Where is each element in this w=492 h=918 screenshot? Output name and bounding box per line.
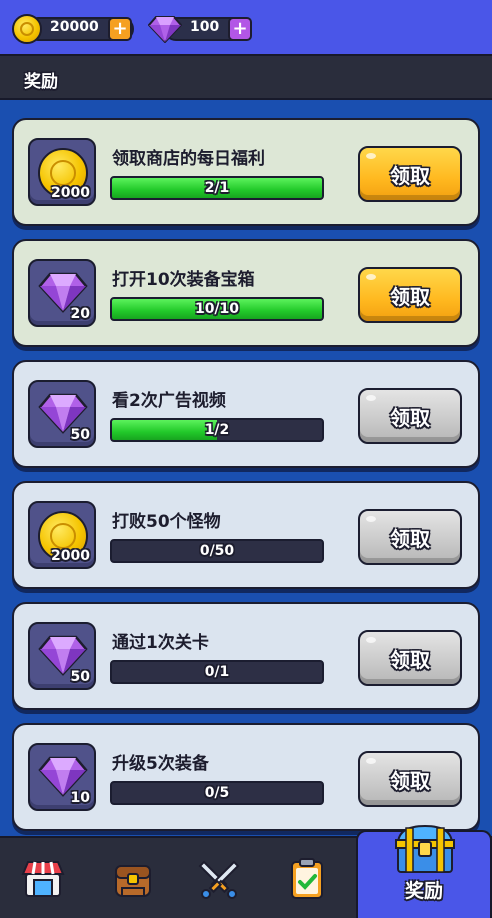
progress-text: 1/2 — [204, 422, 230, 438]
nav-rewards-label: 奖励 — [404, 880, 443, 902]
reward-amount: 20 — [70, 306, 90, 322]
reward-box: 2000 — [28, 138, 96, 206]
progress-bar: 0/5 — [110, 781, 324, 805]
nav-inventory[interactable] — [90, 838, 176, 918]
reward-box: 50 — [28, 622, 96, 690]
page-header: 奖励 — [0, 54, 492, 100]
nav-battle[interactable] — [176, 838, 262, 918]
backpack-icon — [115, 865, 151, 897]
shop-icon — [21, 861, 65, 897]
task-title: 打开10次装备宝箱 — [112, 270, 255, 290]
task-card: 2000 领取商店的每日福利 2/1 领取 — [12, 118, 480, 226]
treasure-chest-icon — [395, 824, 455, 873]
task-title: 升级5次装备 — [112, 754, 209, 774]
reward-box: 10 — [28, 743, 96, 811]
task-card: 10 升级5次装备 0/5 领取 — [12, 723, 480, 831]
reward-box: 2000 — [28, 501, 96, 569]
progress-text: 0/50 — [199, 543, 235, 559]
progress-text: 0/1 — [204, 664, 230, 680]
add-coins-button[interactable]: + — [108, 17, 132, 41]
claim-button[interactable]: 领取 — [358, 751, 462, 807]
claim-button[interactable]: 领取 — [358, 146, 462, 202]
coin-amount: 20000 — [50, 19, 99, 35]
claim-button[interactable]: 领取 — [358, 267, 462, 323]
reward-box: 20 — [28, 259, 96, 327]
bottom-nav: 奖励 — [0, 824, 492, 918]
claim-button[interactable]: 领取 — [358, 509, 462, 565]
progress-bar: 0/50 — [110, 539, 324, 563]
clipboard-check-icon — [291, 858, 323, 899]
page-title: 奖励 — [24, 72, 58, 92]
progress-bar: 2/1 — [110, 176, 324, 200]
nav-tasks[interactable] — [264, 838, 350, 918]
crossed-swords-icon — [198, 860, 240, 899]
progress-bar: 1/2 — [110, 418, 324, 442]
task-title: 通过1次关卡 — [112, 633, 209, 653]
task-card: 20 打开10次装备宝箱 10/10 领取 — [12, 239, 480, 347]
reward-box: 50 — [28, 380, 96, 448]
resource-bar: 20000 + 100 + — [0, 0, 492, 54]
reward-amount: 10 — [70, 790, 90, 806]
task-card: 50 通过1次关卡 0/1 领取 — [12, 602, 480, 710]
task-card: 2000 打败50个怪物 0/50 领取 — [12, 481, 480, 589]
gem-icon — [148, 16, 182, 43]
task-title: 看2次广告视频 — [112, 391, 226, 411]
task-title: 领取商店的每日福利 — [112, 149, 265, 169]
reward-amount: 2000 — [51, 185, 90, 201]
reward-amount: 50 — [70, 669, 90, 685]
nav-shop[interactable] — [0, 838, 86, 918]
task-card: 50 看2次广告视频 1/2 领取 — [12, 360, 480, 468]
claim-button[interactable]: 领取 — [358, 630, 462, 686]
add-gems-button[interactable]: + — [228, 17, 252, 41]
progress-bar: 0/1 — [110, 660, 324, 684]
progress-bar: 10/10 — [110, 297, 324, 321]
nav-rewards[interactable]: 奖励 — [356, 824, 492, 918]
progress-text: 2/1 — [204, 180, 230, 196]
reward-amount: 2000 — [51, 548, 90, 564]
task-title: 打败50个怪物 — [112, 512, 221, 532]
claim-button[interactable]: 领取 — [358, 388, 462, 444]
gem-amount: 100 — [190, 19, 220, 35]
progress-text: 0/5 — [204, 785, 230, 801]
coin-icon — [12, 14, 42, 44]
progress-text: 10/10 — [194, 301, 240, 317]
reward-amount: 50 — [70, 427, 90, 443]
